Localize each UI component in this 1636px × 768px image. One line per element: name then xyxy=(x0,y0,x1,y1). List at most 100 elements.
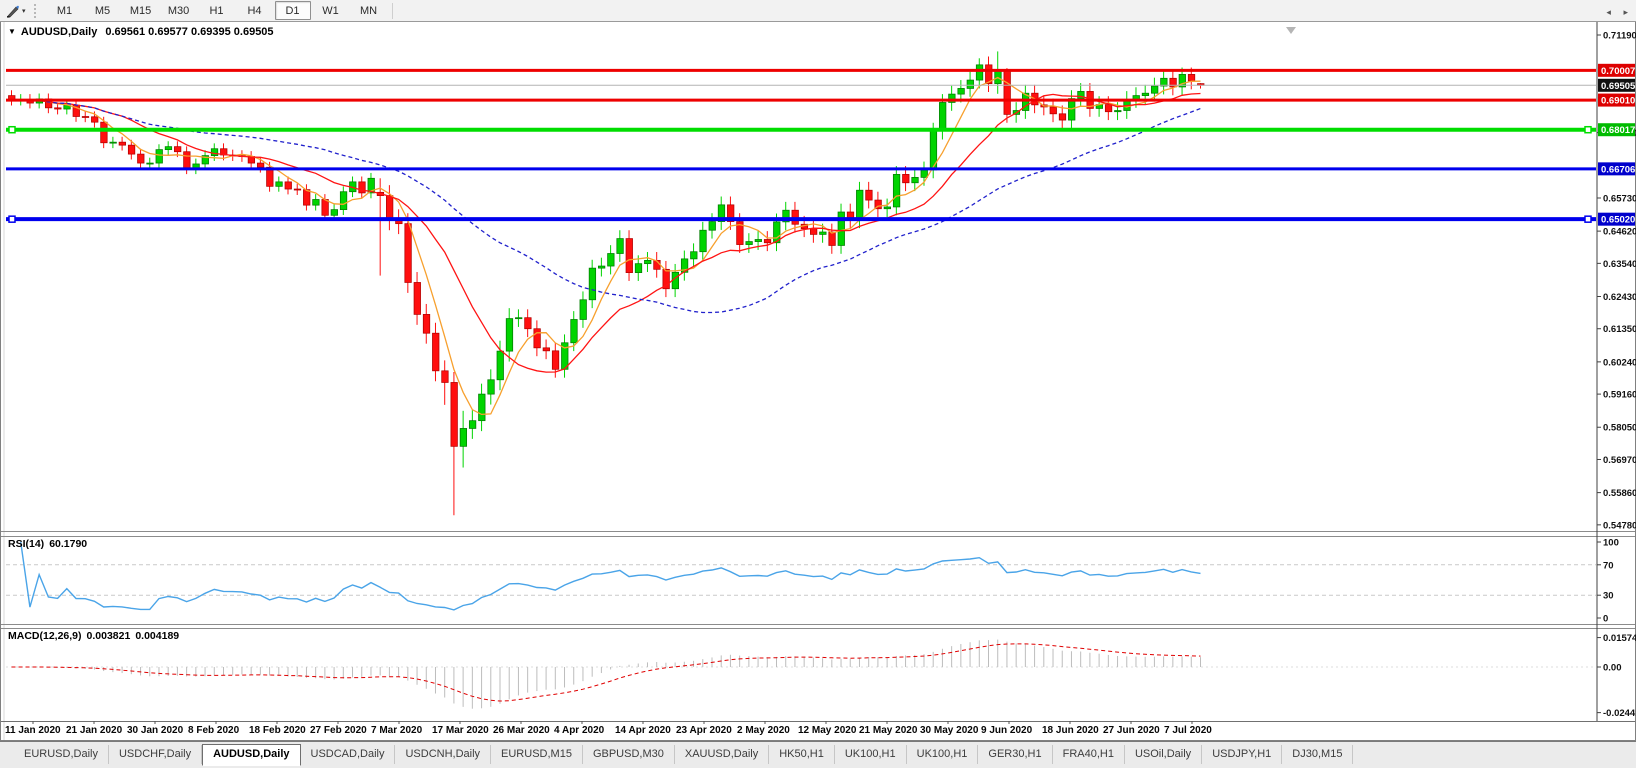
timeframe-button-m5[interactable]: M5 xyxy=(85,1,121,20)
svg-text:0.54780: 0.54780 xyxy=(1603,520,1636,531)
rsi-name: RSI(14) xyxy=(8,538,44,550)
svg-text:0.71190: 0.71190 xyxy=(1603,31,1636,42)
svg-text:30 Jan 2020: 30 Jan 2020 xyxy=(127,725,184,736)
timeframe-button-h4[interactable]: H4 xyxy=(237,1,273,20)
macd-main-value: 0.003821 xyxy=(87,630,131,642)
candle-body xyxy=(165,147,172,150)
chart-tab-4[interactable]: USDCNH,Daily xyxy=(395,745,491,764)
timeframe-button-m30[interactable]: M30 xyxy=(161,1,197,20)
macd-signal-value: 0.004189 xyxy=(135,630,179,642)
candle-body xyxy=(810,229,817,235)
tab-scroll-left-icon[interactable]: ◂ xyxy=(1606,7,1611,17)
svg-text:100: 100 xyxy=(1603,538,1619,549)
svg-text:27 Feb 2020: 27 Feb 2020 xyxy=(310,725,367,736)
candle-body xyxy=(184,152,191,169)
svg-text:0.01574: 0.01574 xyxy=(1603,633,1636,644)
chart-tab-bar: EURUSD,DailyUSDCHF,DailyAUDUSD,DailyUSDC… xyxy=(0,741,1636,768)
chart-ohlc-values: 0.69561 0.69577 0.69395 0.69505 xyxy=(105,26,273,38)
candle-body xyxy=(912,177,919,182)
chart-tab-6[interactable]: GBPUSD,M30 xyxy=(583,745,675,764)
svg-text:8 Feb 2020: 8 Feb 2020 xyxy=(188,725,240,736)
chart-tab-9[interactable]: UK100,H1 xyxy=(835,745,907,764)
candle-body xyxy=(534,329,541,348)
svg-text:70: 70 xyxy=(1603,560,1614,571)
chart-tab-2[interactable]: AUDUSD,Daily xyxy=(202,744,300,766)
chart-canvas[interactable]: 0.711900.679200.657300.646200.635400.624… xyxy=(0,0,1636,768)
pointer-tool-group: ▾ xyxy=(0,0,46,21)
line-handle[interactable] xyxy=(9,127,15,133)
svg-text:21 May 2020: 21 May 2020 xyxy=(859,725,918,736)
chart-menu-icon[interactable]: ▼ xyxy=(8,27,16,36)
line-handle[interactable] xyxy=(1585,127,1591,133)
candle-body xyxy=(866,190,873,200)
svg-text:-0.02441: -0.02441 xyxy=(1603,708,1636,719)
candle-body xyxy=(497,351,504,380)
timeframe-button-mn[interactable]: MN xyxy=(351,1,387,20)
tab-scroll-right-icon[interactable]: ▸ xyxy=(1623,7,1628,17)
line-handle[interactable] xyxy=(1585,216,1591,222)
svg-text:4 Apr 2020: 4 Apr 2020 xyxy=(554,725,605,736)
chevron-down-icon[interactable]: ▾ xyxy=(22,7,26,15)
svg-text:0.56970: 0.56970 xyxy=(1603,455,1636,466)
svg-text:21 Jan 2020: 21 Jan 2020 xyxy=(66,725,123,736)
svg-text:27 Jun 2020: 27 Jun 2020 xyxy=(1103,725,1160,736)
chart-tab-8[interactable]: HK50,H1 xyxy=(769,745,835,764)
candle-body xyxy=(1105,105,1112,112)
pointer-tool-button[interactable]: ▾ xyxy=(3,2,29,19)
candle-body xyxy=(515,318,522,319)
candle-body xyxy=(644,260,651,263)
candle-body xyxy=(91,117,98,122)
candle-body xyxy=(506,319,513,352)
chart-tab-5[interactable]: EURUSD,M15 xyxy=(491,745,583,764)
line-handle[interactable] xyxy=(9,216,15,222)
candle-body xyxy=(257,163,264,167)
candle-body xyxy=(322,199,329,215)
chart-title: ▼AUDUSD,Daily0.69561 0.69577 0.69395 0.6… xyxy=(8,26,274,38)
candle-body xyxy=(1059,114,1066,120)
candle-body xyxy=(386,196,393,220)
svg-text:26 Mar 2020: 26 Mar 2020 xyxy=(493,725,550,736)
candle-body xyxy=(460,428,467,446)
svg-text:0.55860: 0.55860 xyxy=(1603,488,1636,499)
timeframe-button-h1[interactable]: H1 xyxy=(199,1,235,20)
chart-tab-1[interactable]: USDCHF,Daily xyxy=(109,745,202,764)
svg-text:0: 0 xyxy=(1603,614,1608,625)
chart-tab-12[interactable]: FRA40,H1 xyxy=(1053,745,1125,764)
chart-tab-14[interactable]: USDJPY,H1 xyxy=(1202,745,1282,764)
candle-body xyxy=(405,224,412,283)
candle-body xyxy=(432,333,439,371)
candle-body xyxy=(119,142,126,145)
chart-tab-13[interactable]: USOil,Daily xyxy=(1125,745,1202,764)
candle-body xyxy=(331,210,338,216)
chart-tab-10[interactable]: UK100,H1 xyxy=(907,745,979,764)
candle-body xyxy=(1115,111,1122,112)
chart-tab-11[interactable]: GER30,H1 xyxy=(978,745,1052,764)
candle-body xyxy=(635,264,642,273)
chart-tab-15[interactable]: DJ30,M15 xyxy=(1282,745,1353,764)
candle-body xyxy=(340,192,347,210)
chart-tab-3[interactable]: USDCAD,Daily xyxy=(301,745,396,764)
pencil-cursor-icon xyxy=(6,4,20,18)
svg-text:0.61350: 0.61350 xyxy=(1603,324,1636,335)
candle-body xyxy=(414,282,421,314)
timeframe-button-w1[interactable]: W1 xyxy=(313,1,349,20)
svg-text:11 Jan 2020: 11 Jan 2020 xyxy=(5,725,61,736)
candle-body xyxy=(967,80,974,88)
candle-body xyxy=(451,382,458,446)
timeframe-button-d1[interactable]: D1 xyxy=(275,1,311,20)
svg-text:0.63540: 0.63540 xyxy=(1603,259,1636,270)
candle-body xyxy=(359,182,366,193)
candle-body xyxy=(1050,107,1057,114)
candle-body xyxy=(101,122,108,143)
candle-body xyxy=(55,108,62,109)
candle-body xyxy=(884,207,891,209)
candle-body xyxy=(1004,71,1011,115)
svg-text:30: 30 xyxy=(1603,591,1614,602)
toolbar: ▾ M1M5M15M30H1H4D1W1MN xyxy=(0,0,1636,22)
candle-body xyxy=(423,314,430,333)
chart-tab-0[interactable]: EURUSD,Daily xyxy=(14,745,109,764)
candle-body xyxy=(921,170,928,177)
timeframe-button-m1[interactable]: M1 xyxy=(47,1,83,20)
chart-tab-7[interactable]: XAUUSD,Daily xyxy=(675,745,769,764)
timeframe-button-m15[interactable]: M15 xyxy=(123,1,159,20)
